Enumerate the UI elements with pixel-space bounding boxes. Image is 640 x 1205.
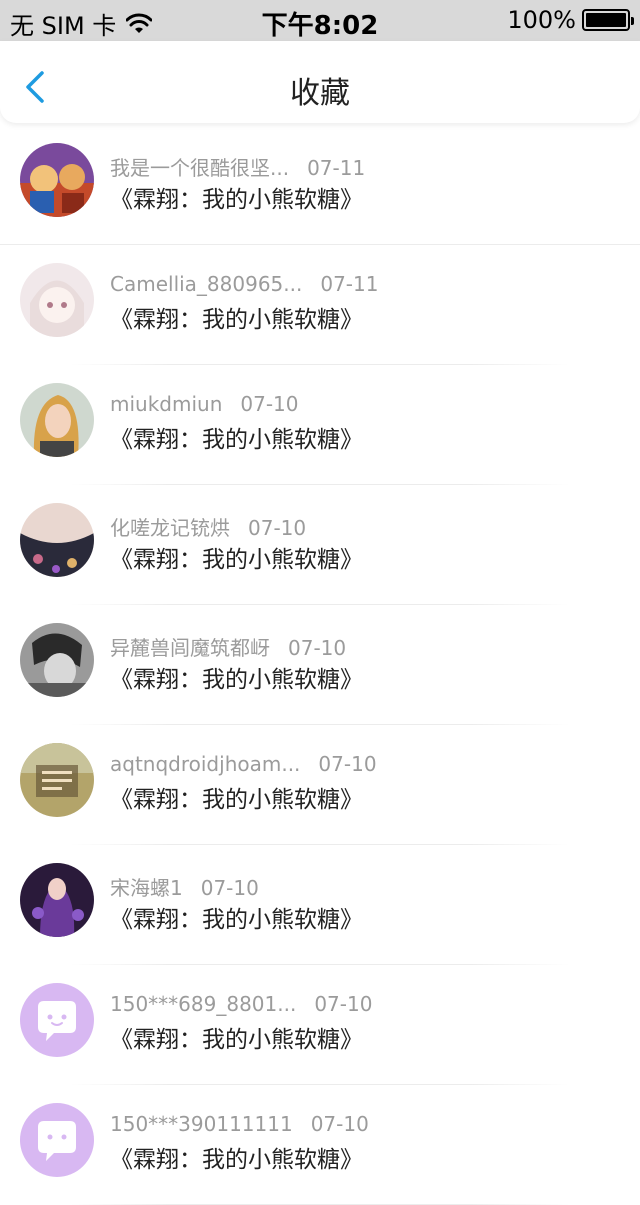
item-meta: 异麓兽闾魔筑都岈 07-10 bbox=[110, 632, 346, 661]
item-title: 《霖翔：我的小熊软糖》 bbox=[110, 1147, 363, 1173]
list-item[interactable]: miukdmiun 07-10 《霖翔：我的小熊软糖》 bbox=[0, 365, 640, 485]
list-item[interactable]: Camellia_880965... 07-11 《霖翔：我的小熊软糖》 bbox=[0, 245, 640, 365]
list-item[interactable]: 宋海螺1 07-10 《霖翔：我的小熊软糖》 bbox=[0, 845, 640, 965]
item-date: 07-10 bbox=[318, 752, 377, 776]
avatar bbox=[20, 503, 94, 577]
battery-icon bbox=[582, 9, 634, 31]
item-title: 《霖翔：我的小熊软糖》 bbox=[110, 1027, 363, 1053]
item-title: 《霖翔：我的小熊软糖》 bbox=[110, 307, 363, 333]
item-meta: 宋海螺1 07-10 bbox=[110, 872, 259, 901]
list-item[interactable]: 化嗟龙记铳烘 07-10 《霖翔：我的小熊软糖》 bbox=[0, 485, 640, 605]
item-meta: Camellia_880965... 07-11 bbox=[110, 272, 378, 296]
item-date: 07-11 bbox=[320, 272, 379, 296]
page-title: 收藏 bbox=[290, 76, 350, 111]
avatar bbox=[20, 863, 94, 937]
battery-percent: 100% bbox=[507, 6, 576, 34]
list-item[interactable]: aqtnqdroidjhoam... 07-10 《霖翔：我的小熊软糖》 bbox=[0, 725, 640, 845]
user-name: aqtnqdroidjhoam... bbox=[110, 752, 301, 776]
user-name: 异麓兽闾魔筑都岈 bbox=[110, 636, 270, 660]
item-date: 07-10 bbox=[310, 1112, 369, 1136]
list-item[interactable]: 150***689_8801... 07-10 《霖翔：我的小熊软糖》 bbox=[0, 965, 640, 1085]
item-title: 《霖翔：我的小熊软糖》 bbox=[110, 907, 363, 933]
user-name: 150***689_8801... bbox=[110, 992, 297, 1016]
item-meta: 我是一个很酷很坚... 07-11 bbox=[110, 152, 365, 181]
avatar bbox=[20, 743, 94, 817]
item-date: 07-10 bbox=[314, 992, 373, 1016]
item-title: 《霖翔：我的小熊软糖》 bbox=[110, 787, 363, 813]
user-name: Camellia_880965... bbox=[110, 272, 303, 296]
battery-group: 100% bbox=[507, 6, 634, 34]
item-meta: 150***689_8801... 07-10 bbox=[110, 992, 372, 1016]
item-date: 07-10 bbox=[248, 516, 307, 540]
user-name: miukdmiun bbox=[110, 392, 223, 416]
chat-bubble-icon bbox=[20, 1103, 94, 1177]
avatar bbox=[20, 623, 94, 697]
avatar bbox=[20, 983, 94, 1057]
avatar bbox=[20, 383, 94, 457]
list-item[interactable]: 150***390111111 07-10 《霖翔：我的小熊软糖》 bbox=[0, 1085, 640, 1205]
navigation-bar: 收藏 bbox=[0, 41, 640, 123]
list-item[interactable]: 异麓兽闾魔筑都岈 07-10 《霖翔：我的小熊软糖》 bbox=[0, 605, 640, 725]
user-name: 宋海螺1 bbox=[110, 876, 183, 900]
item-meta: 化嗟龙记铳烘 07-10 bbox=[110, 512, 306, 541]
chat-bubble-icon bbox=[20, 983, 94, 1057]
avatar bbox=[20, 263, 94, 337]
item-date: 07-11 bbox=[307, 156, 366, 180]
user-name: 我是一个很酷很坚... bbox=[110, 156, 290, 180]
list-item[interactable]: 我是一个很酷很坚... 07-11 《霖翔：我的小熊软糖》 bbox=[0, 125, 640, 245]
item-title: 《霖翔：我的小熊软糖》 bbox=[110, 547, 363, 573]
item-title: 《霖翔：我的小熊软糖》 bbox=[110, 427, 363, 453]
item-title: 《霖翔：我的小熊软糖》 bbox=[110, 187, 363, 213]
item-meta: miukdmiun 07-10 bbox=[110, 392, 299, 416]
user-name: 化嗟龙记铳烘 bbox=[110, 516, 230, 540]
item-date: 07-10 bbox=[288, 636, 347, 660]
user-name: 150***390111111 bbox=[110, 1112, 293, 1136]
item-date: 07-10 bbox=[200, 876, 259, 900]
item-meta: aqtnqdroidjhoam... 07-10 bbox=[110, 752, 377, 776]
item-title: 《霖翔：我的小熊软糖》 bbox=[110, 667, 363, 693]
item-date: 07-10 bbox=[240, 392, 299, 416]
avatar bbox=[20, 1103, 94, 1177]
avatar bbox=[20, 143, 94, 217]
status-bar: 无 SIM 卡 下午8:02 100% bbox=[0, 0, 640, 41]
item-meta: 150***390111111 07-10 bbox=[110, 1112, 369, 1136]
